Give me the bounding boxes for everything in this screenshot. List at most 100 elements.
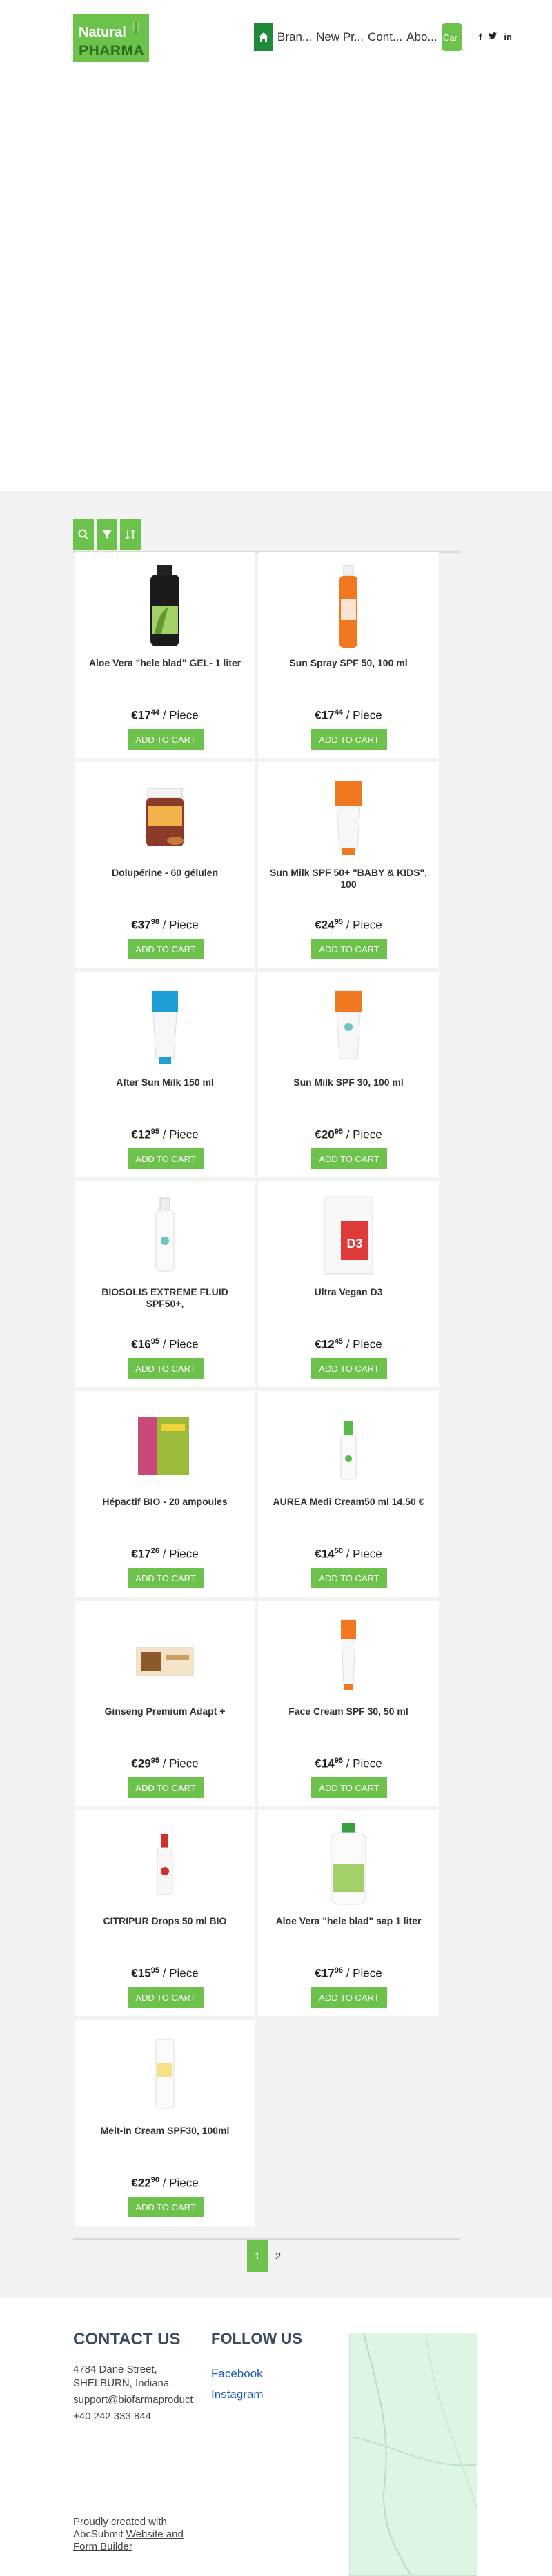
product-name[interactable]: Hépactif BIO - 20 ampoules xyxy=(84,1496,246,1508)
product-image-hepactif[interactable] xyxy=(134,1404,196,1486)
social-links: f in xyxy=(479,32,512,42)
add-to-cart-button[interactable]: ADD TO CART xyxy=(128,939,204,959)
product-card[interactable]: After Sun Milk 150 ml €1295 / Piece ADD … xyxy=(75,972,255,1177)
contact-title: CONTACT US xyxy=(73,2330,181,2348)
product-name[interactable]: Aloe Vera "hele blad" sap 1 liter xyxy=(268,1915,429,1927)
product-image-sun-spray[interactable] xyxy=(317,565,379,648)
product-price: €1245 / Piece xyxy=(315,1337,382,1351)
product-price: €1295 / Piece xyxy=(131,1128,199,1141)
add-to-cart-button[interactable]: ADD TO CART xyxy=(311,1987,387,2008)
svg-text:D3: D3 xyxy=(346,1237,362,1250)
product-price: €1796 / Piece xyxy=(315,1966,382,1980)
product-card[interactable]: Aloe Vera "hele blad" GEL- 1 liter €1744… xyxy=(75,552,255,758)
linkedin-icon[interactable]: in xyxy=(504,32,512,42)
product-name[interactable]: Melt-In Cream SPF30, 100ml xyxy=(84,2125,246,2137)
credit-line-1: Proudly created with xyxy=(73,2516,167,2528)
product-image-face-cream[interactable] xyxy=(317,1613,379,1696)
product-image-sun-milk-kids[interactable] xyxy=(317,775,379,857)
product-name[interactable]: CITRIPUR Drops 50 ml BIO xyxy=(84,1915,246,1927)
product-image-biosolis-fluid[interactable] xyxy=(134,1194,196,1277)
nav-about[interactable]: Abo... xyxy=(406,30,437,44)
search-button[interactable] xyxy=(73,519,94,550)
add-to-cart-button[interactable]: ADD TO CART xyxy=(128,1568,204,1588)
product-price: €1744 / Piece xyxy=(315,708,382,722)
product-image-after-sun[interactable] xyxy=(134,984,196,1067)
product-image-sun-milk-30[interactable] xyxy=(317,984,379,1067)
nav-brands[interactable]: Bran... xyxy=(277,30,312,44)
page-2-button[interactable]: 2 xyxy=(268,2240,288,2272)
home-button[interactable] xyxy=(254,23,273,51)
product-card[interactable]: CITRIPUR Drops 50 ml BIO €1595 / Piece A… xyxy=(75,1810,255,2016)
product-image-ultra-vegan-d3[interactable]: D3 xyxy=(317,1194,379,1277)
nav-contact[interactable]: Cont... xyxy=(368,30,402,44)
product-card[interactable]: Sun Spray SPF 50, 100 ml €1744 / Piece A… xyxy=(258,552,439,758)
logo[interactable]: Natural PHARMA xyxy=(73,14,149,62)
home-icon xyxy=(259,32,268,42)
nav-new-products[interactable]: New Pr... xyxy=(316,30,364,44)
product-price: €1595 / Piece xyxy=(131,1966,199,1980)
add-to-cart-button[interactable]: ADD TO CART xyxy=(311,1358,387,1379)
pagination: 1 2 xyxy=(247,2240,288,2272)
product-card[interactable]: Face Cream SPF 30, 50 ml €1495 / Piece A… xyxy=(258,1601,439,1806)
product-price: €2095 / Piece xyxy=(315,1128,382,1141)
product-name[interactable]: Ultra Vegan D3 xyxy=(268,1286,429,1298)
add-to-cart-button[interactable]: ADD TO CART xyxy=(311,939,387,959)
product-card[interactable]: BIOSOLIS EXTREME FLUID SPF50+, €1695 / P… xyxy=(75,1181,255,1387)
map-roads xyxy=(350,2333,477,2575)
contact-email[interactable]: support@biofarmaproduct xyxy=(73,2393,206,2407)
add-to-cart-button[interactable]: ADD TO CART xyxy=(128,2197,204,2217)
filter-button[interactable] xyxy=(97,519,117,550)
product-card[interactable]: Dolupérine - 60 gélulen €3798 / Piece AD… xyxy=(75,762,255,968)
product-price: €1726 / Piece xyxy=(131,1547,199,1561)
product-image-melt-in-cream[interactable] xyxy=(134,2033,196,2115)
product-card[interactable]: Aloe Vera "hele blad" sap 1 liter €1796 … xyxy=(258,1810,439,2016)
product-name[interactable]: Sun Milk SPF 50+ "BABY & KIDS", 100 xyxy=(268,867,429,890)
product-card[interactable]: Sun Milk SPF 50+ "BABY & KIDS", 100 €249… xyxy=(258,762,439,968)
product-price: €1744 / Piece xyxy=(131,708,199,722)
product-card[interactable]: D3 Ultra Vegan D3 €1245 / Piece ADD TO C… xyxy=(258,1181,439,1387)
add-to-cart-button[interactable]: ADD TO CART xyxy=(128,1358,204,1379)
product-image-doluperine[interactable] xyxy=(134,775,196,857)
product-image-ginseng[interactable] xyxy=(134,1613,196,1696)
shop-section: Aloe Vera "hele blad" GEL- 1 liter €1744… xyxy=(0,491,552,2298)
add-to-cart-button[interactable]: ADD TO CART xyxy=(128,1987,204,2008)
sort-button[interactable] xyxy=(120,519,141,550)
product-name[interactable]: Aloe Vera "hele blad" GEL- 1 liter xyxy=(84,657,246,669)
product-name[interactable]: Face Cream SPF 30, 50 ml xyxy=(268,1706,429,1717)
cart-button[interactable]: Car xyxy=(442,23,462,51)
add-to-cart-button[interactable]: ADD TO CART xyxy=(311,1568,387,1588)
facebook-icon[interactable]: f xyxy=(479,32,482,42)
product-name[interactable]: Dolupérine - 60 gélulen xyxy=(84,867,246,879)
product-name[interactable]: Sun Spray SPF 50, 100 ml xyxy=(268,657,429,669)
product-card[interactable]: Ginseng Premium Adapt + €2995 / Piece AD… xyxy=(75,1601,255,1806)
facebook-link[interactable]: Facebook xyxy=(211,2367,263,2381)
logo-text-pharma: PHARMA xyxy=(79,43,145,59)
credit-line-3[interactable]: Form Builder xyxy=(73,2541,132,2553)
add-to-cart-button[interactable]: ADD TO CART xyxy=(311,1777,387,1798)
add-to-cart-button[interactable]: ADD TO CART xyxy=(128,1777,204,1798)
add-to-cart-button[interactable]: ADD TO CART xyxy=(311,729,387,750)
product-image-aurea-cream[interactable] xyxy=(317,1404,379,1486)
product-image-citripur[interactable] xyxy=(134,1823,196,1906)
instagram-link[interactable]: Instagram xyxy=(211,2388,264,2402)
twitter-icon[interactable] xyxy=(489,32,497,42)
add-to-cart-button[interactable]: ADD TO CART xyxy=(311,1148,387,1169)
address-line-1: 4784 Dane Street, xyxy=(73,2364,157,2375)
product-name[interactable]: Sun Milk SPF 30, 100 ml xyxy=(268,1077,429,1088)
page-1-button[interactable]: 1 xyxy=(247,2240,268,2272)
product-name[interactable]: BIOSOLIS EXTREME FLUID SPF50+, xyxy=(84,1286,246,1310)
product-card[interactable]: AUREA Medi Cream50 ml 14,50 € €1450 / Pi… xyxy=(258,1391,439,1597)
add-to-cart-button[interactable]: ADD TO CART xyxy=(128,1148,204,1169)
product-card[interactable]: Melt-In Cream SPF30, 100ml €2290 / Piece… xyxy=(75,2020,255,2226)
location-map[interactable] xyxy=(349,2333,477,2576)
product-price: €2995 / Piece xyxy=(131,1757,199,1770)
add-to-cart-button[interactable]: ADD TO CART xyxy=(128,729,204,750)
product-card[interactable]: Hépactif BIO - 20 ampoules €1726 / Piece… xyxy=(75,1391,255,1597)
product-name[interactable]: Ginseng Premium Adapt + xyxy=(84,1706,246,1717)
product-card[interactable]: Sun Milk SPF 30, 100 ml €2095 / Piece AD… xyxy=(258,972,439,1177)
product-image-aloe-gel[interactable] xyxy=(134,565,196,648)
product-image-aloe-juice[interactable] xyxy=(317,1823,379,1906)
product-name[interactable]: After Sun Milk 150 ml xyxy=(84,1077,246,1088)
builder-link[interactable]: Website and xyxy=(126,2528,184,2540)
product-name[interactable]: AUREA Medi Cream50 ml 14,50 € xyxy=(268,1496,429,1508)
